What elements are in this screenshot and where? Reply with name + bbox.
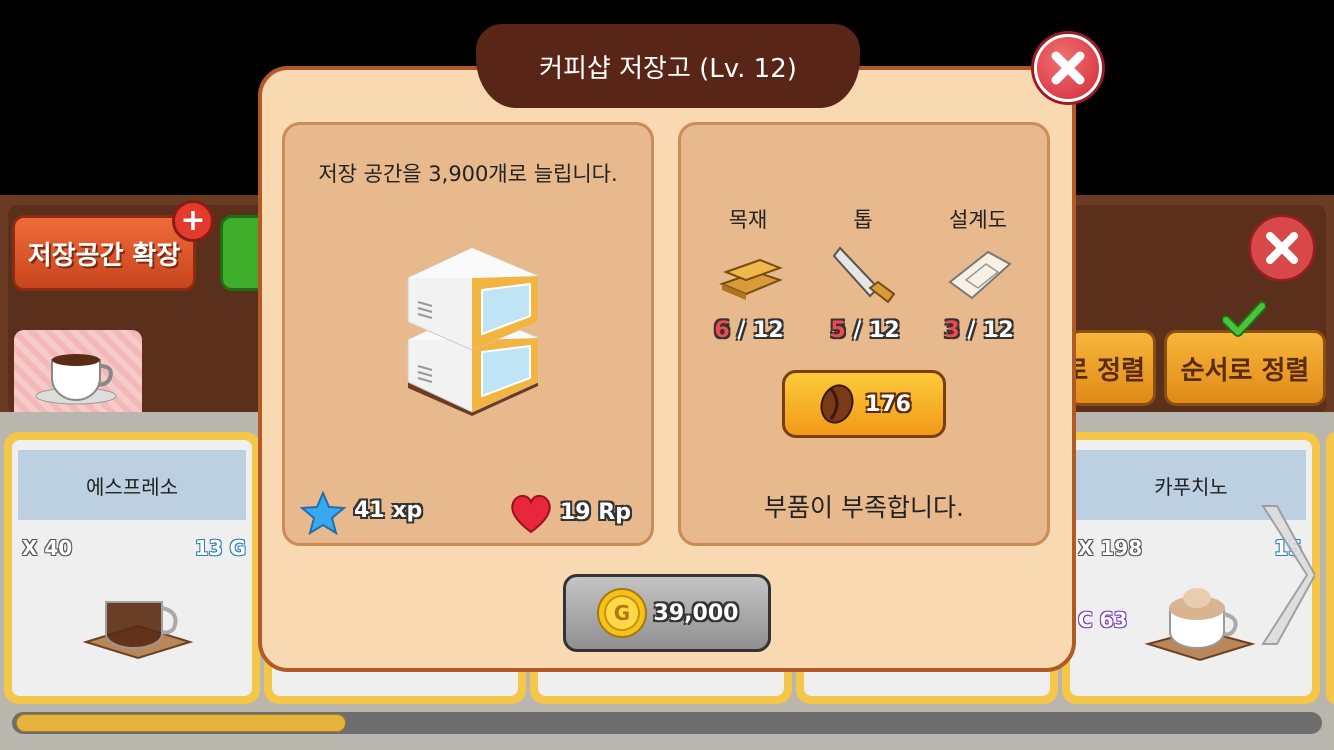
sort-button-partial[interactable]: 로 정렬 — [1068, 330, 1156, 406]
item-name: 에스프레소 — [18, 450, 246, 520]
gold-cost: 39,000 — [653, 600, 739, 626]
material-count-blueprint: 3 / 12 — [944, 318, 1014, 343]
blueprint-icon — [948, 250, 1012, 300]
svg-text:G: G — [613, 601, 629, 625]
sort-order-button[interactable]: 순서로 정렬 — [1164, 330, 1326, 406]
close-icon — [1266, 232, 1298, 264]
cappuccino-icon — [1144, 588, 1256, 662]
item-quantity: X 40 — [22, 536, 73, 560]
dialog-close-button[interactable] — [1034, 34, 1102, 102]
plus-icon: + — [172, 200, 214, 242]
scrollbar-thumb[interactable] — [16, 714, 346, 732]
close-icon — [1051, 51, 1085, 85]
material-name-blueprint: 설계도 — [949, 208, 1007, 232]
background-close-button[interactable] — [1248, 214, 1316, 282]
xp-reward: 41 xp — [354, 498, 423, 523]
check-icon — [1222, 301, 1266, 337]
star-icon — [300, 490, 346, 536]
item-extra: C 63 — [1078, 608, 1128, 632]
heart-icon — [511, 494, 551, 534]
expand-storage-button[interactable]: 저장공간 확장 — [12, 215, 196, 291]
buy-with-beans-button[interactable]: 176 — [782, 370, 946, 438]
rp-reward: 19 Rp — [560, 500, 631, 525]
coffee-category-tab[interactable] — [14, 330, 142, 420]
coffee-bean-icon — [820, 384, 854, 424]
item-price: 13 G — [194, 536, 246, 560]
storage-cabinet-icon — [407, 247, 539, 416]
material-name-saw: 톱 — [853, 208, 873, 232]
item-card[interactable] — [1326, 432, 1334, 704]
gold-coin-icon: G — [596, 588, 647, 638]
wood-planks-icon — [719, 258, 783, 300]
material-name-wood: 목재 — [728, 208, 768, 232]
item-quantity: X 198 — [1078, 536, 1143, 560]
dialog-title: 커피샵 저장고 (Lv. 12) — [476, 24, 860, 108]
material-count-wood: 6 / 12 — [714, 318, 784, 343]
bean-cost: 176 — [865, 391, 911, 417]
item-card-espresso[interactable]: 에스프레소 X 40 13 G — [4, 432, 260, 704]
espresso-icon — [82, 601, 194, 660]
upgrade-description: 저장 공간을 3,900개로 늘립니다. — [318, 162, 618, 186]
upgrade-gold-button[interactable]: G 39,000 — [563, 574, 771, 652]
shortage-message: 부품이 부족합니다. — [764, 493, 964, 522]
material-count-saw: 5 / 12 — [830, 318, 900, 343]
saw-icon — [832, 246, 896, 304]
chevron-right-icon[interactable] — [1255, 500, 1315, 650]
coffee-cup-icon — [35, 354, 117, 405]
